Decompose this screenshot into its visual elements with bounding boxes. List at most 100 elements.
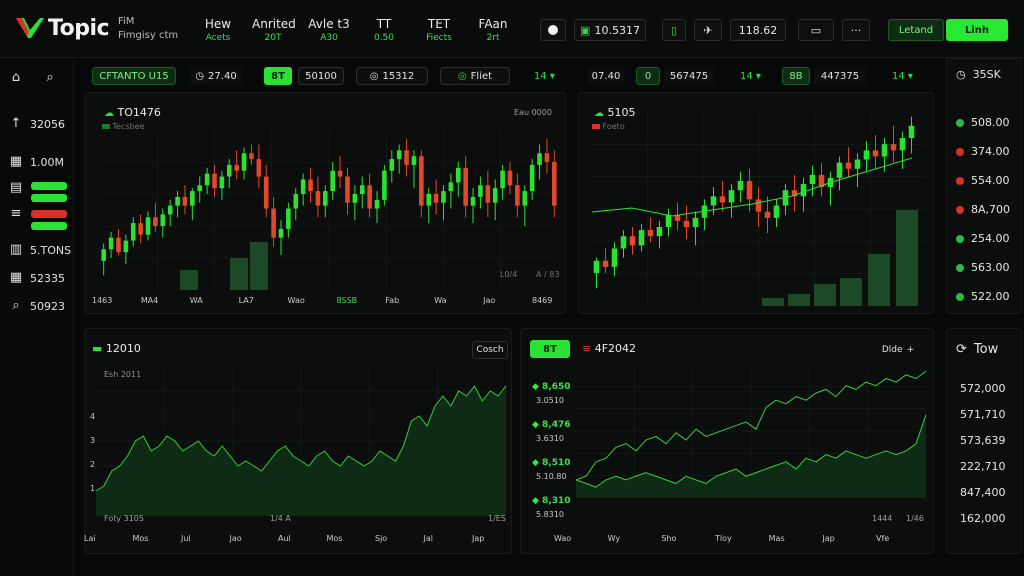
- rail-item-3[interactable]: ▤: [8, 180, 24, 196]
- nav-item-tt[interactable]: TT 0.50: [370, 16, 398, 44]
- more-button[interactable]: ···: [842, 19, 870, 41]
- cloud-icon: ☁: [104, 108, 114, 119]
- toggle-button[interactable]: ▯: [662, 19, 686, 41]
- watchlist-row[interactable]: 508.00: [956, 116, 1010, 129]
- candle-body: [692, 217, 699, 227]
- candle-body: [665, 214, 672, 227]
- candle-body: [602, 260, 609, 267]
- rail-item-6[interactable]: ▦ 52335: [8, 270, 65, 286]
- plus-icon: +: [906, 345, 915, 355]
- rail-item-home[interactable]: ⌂ ⌕: [8, 70, 58, 86]
- candle-body: [234, 164, 239, 171]
- x-tick-label: 1463: [92, 296, 113, 305]
- candle-body: [656, 227, 663, 237]
- interval-chip[interactable]: 8T: [264, 67, 292, 85]
- chart1-candles: [100, 130, 558, 290]
- candle-body: [809, 174, 816, 185]
- volume-bar: [180, 270, 198, 290]
- x-tick-label: Jap: [472, 534, 485, 543]
- x-tick-label: Sjo: [375, 534, 388, 543]
- left-rail: ⌂ ⌕ ↑ 32056 ▦ 1.00M ▤ ≡ ▥ 5.TONS ▦ 52335…: [0, 58, 74, 576]
- zero-chip[interactable]: 0: [636, 67, 660, 85]
- nav-item-hew[interactable]: Hew Acets: [202, 16, 234, 44]
- watchlist-header[interactable]: ◷ 35SK: [956, 68, 1001, 81]
- candle-body: [337, 170, 343, 177]
- x-tick-label: Aul: [278, 534, 291, 543]
- value-box-2[interactable]: 118.62: [730, 19, 786, 41]
- nav-item-avle[interactable]: Avle t3 A30: [308, 16, 350, 44]
- candle-body: [593, 260, 600, 273]
- value-box-1[interactable]: ▣ 10.5317: [574, 19, 646, 41]
- brand-subtitle: FiM Fimgisy ctm: [118, 16, 179, 41]
- candle-body: [278, 228, 284, 238]
- nav-item-tet[interactable]: TET Fiects: [424, 16, 454, 44]
- candle-body: [419, 156, 424, 206]
- chart4-title: ≡ 4F2042: [582, 342, 637, 355]
- watchlist-row[interactable]: 254.00: [956, 232, 1010, 245]
- search-icon: ⌕: [46, 70, 54, 85]
- nav-item-anrited[interactable]: Anrited 20T: [252, 16, 296, 44]
- y-value-label: ◆ 8,476: [532, 420, 571, 430]
- nav-item-faan[interactable]: FAan 2rt: [476, 16, 510, 44]
- candle-body: [836, 162, 843, 178]
- change-label-1: 14 ▾: [534, 71, 555, 82]
- filter-chip[interactable]: ◎ Fliet: [440, 67, 510, 85]
- right-panel-header[interactable]: ⟳ Tow: [956, 342, 998, 357]
- value-chip-2[interactable]: ◎ 15312: [356, 67, 428, 85]
- candle-body: [190, 191, 195, 206]
- y-sub-label: 3.6310: [536, 434, 564, 443]
- value-chip-5[interactable]: 447375: [814, 67, 866, 85]
- chart4-tag[interactable]: 8T: [530, 340, 570, 358]
- watchlist-row[interactable]: 8A,700: [956, 203, 1010, 216]
- letand-button[interactable]: Letand: [888, 19, 944, 41]
- volume-bar: [762, 298, 784, 306]
- x-tick-label: Tloy: [715, 534, 732, 543]
- status-dot: [956, 147, 964, 156]
- camera-icon: ▭: [810, 23, 822, 37]
- watchlist-row[interactable]: 554.00: [956, 174, 1010, 187]
- candle-body: [737, 181, 744, 191]
- candle-body: [890, 144, 897, 151]
- interval-chip-2[interactable]: 8B: [782, 67, 810, 85]
- candle-body: [204, 173, 210, 186]
- linh-button[interactable]: Linh: [946, 19, 1008, 41]
- brand-logo[interactable]: Topic: [14, 14, 110, 42]
- status-dot: [956, 292, 964, 301]
- candle-body: [881, 144, 888, 157]
- chart4-button[interactable]: Dlde +: [872, 341, 924, 359]
- x-tick-label: Jal: [423, 534, 433, 543]
- time-chip[interactable]: ◷ 27.40: [190, 67, 242, 85]
- rail-item-2[interactable]: ▦ 1.00M: [8, 154, 64, 170]
- value-chip-4[interactable]: 567475: [664, 67, 714, 85]
- rail-item-5[interactable]: ▥ 5.TONS: [8, 242, 71, 258]
- rail-item-4[interactable]: ≡: [8, 206, 24, 222]
- camera-button[interactable]: ▭: [798, 19, 834, 41]
- candle-body: [800, 184, 807, 197]
- candle-body: [396, 150, 402, 160]
- candle-body: [389, 159, 395, 171]
- value-chip-3[interactable]: 07.40: [588, 67, 624, 85]
- candle-body: [411, 156, 417, 165]
- candle-body: [226, 164, 232, 177]
- rail-item-1[interactable]: ↑ 32056: [8, 116, 65, 132]
- watchlist-row[interactable]: 374.00: [956, 145, 1010, 158]
- x-tick-label: 8469: [532, 296, 553, 305]
- candle-body: [300, 179, 306, 194]
- chart3-button[interactable]: Cosch: [472, 341, 508, 359]
- chart4-lines: [575, 364, 927, 498]
- candle-body: [872, 150, 879, 157]
- candle-body: [219, 176, 225, 189]
- watchlist-row[interactable]: 522.00: [956, 290, 1010, 303]
- value-chip-1[interactable]: 50100: [298, 67, 344, 85]
- record-button[interactable]: [540, 19, 566, 41]
- x-tick-label: Wao: [554, 534, 572, 543]
- candle-body: [256, 159, 262, 177]
- x-tick-label: Vfe: [876, 534, 890, 543]
- candle-body: [515, 185, 520, 206]
- market-tag[interactable]: CFTANTO U15: [92, 67, 176, 85]
- watchlist-row[interactable]: 563.00: [956, 261, 1010, 274]
- rail-item-7[interactable]: ⌕ 50923: [8, 298, 65, 314]
- y-tick-label: 3: [90, 436, 96, 445]
- send-button[interactable]: ✈: [694, 19, 722, 41]
- y-value-label: ◆ 8,650: [532, 382, 571, 392]
